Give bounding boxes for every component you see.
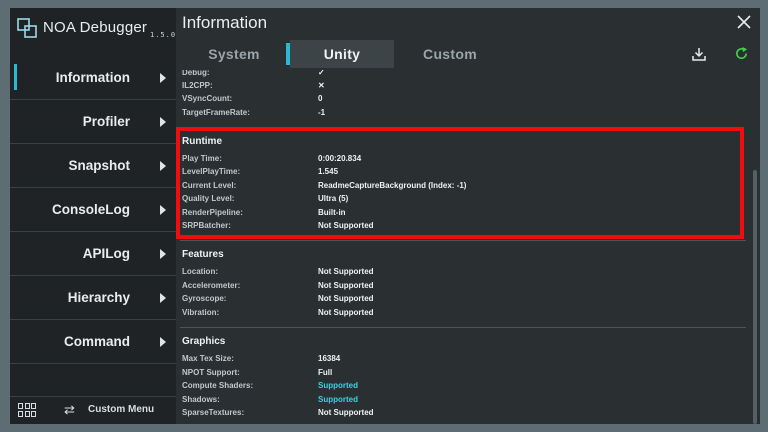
section-title-graphics: Graphics <box>182 336 226 347</box>
section-divider <box>180 327 746 328</box>
info-row: Shadows: Supported <box>182 395 742 408</box>
info-value: Not Supported <box>318 308 374 317</box>
info-key: VSyncCount: <box>182 94 233 103</box>
info-row: Max Tex Size: 16384 <box>182 354 742 367</box>
info-key: Debug: <box>182 70 210 77</box>
info-value: Not Supported <box>318 267 374 276</box>
info-value: Supported <box>318 381 358 390</box>
info-row: SparseTextures: Not Supported <box>182 408 742 421</box>
close-icon[interactable] <box>736 14 752 30</box>
sidebar-item-apilog[interactable]: APILog <box>10 232 176 276</box>
info-value: Not Supported <box>318 294 374 303</box>
info-value: -1 <box>318 108 326 117</box>
info-key: Vibration: <box>182 308 220 317</box>
info-row: IL2CPP: ✕ <box>182 81 742 94</box>
chevron-right-icon <box>160 161 166 171</box>
page-title: Information <box>182 13 268 32</box>
info-key: Accelerometer: <box>182 281 241 290</box>
info-value: Full <box>318 368 333 377</box>
info-content[interactable]: Debug: ✓ IL2CPP: ✕ VSyncCount: 0 TargetF… <box>176 70 760 424</box>
sidebar: NOA Debugger 1.5.0 Information Profiler … <box>10 8 176 424</box>
info-value: 0 <box>318 94 323 103</box>
sidebar-item-consolelog[interactable]: ConsoleLog <box>10 188 176 232</box>
info-row: Location: Not Supported <box>182 267 742 280</box>
sidebar-item-label: Snapshot <box>68 158 130 173</box>
grid-icon[interactable] <box>18 403 36 417</box>
info-row: NPOT Support: Full <box>182 368 742 381</box>
info-key: Location: <box>182 267 218 276</box>
title-bar: Information <box>176 8 760 38</box>
active-indicator <box>14 64 17 90</box>
tab-system[interactable]: System <box>182 40 286 68</box>
info-row: Debug: ✓ <box>182 70 742 81</box>
runtime-highlight-box <box>176 127 744 239</box>
chevron-right-icon <box>160 293 166 303</box>
sidebar-item-label: Profiler <box>82 114 130 129</box>
chevron-right-icon <box>160 337 166 347</box>
swap-icon[interactable]: ⇄ <box>64 402 75 418</box>
info-key: Compute Shaders: <box>182 381 254 390</box>
info-key: TargetFrameRate: <box>182 108 250 117</box>
section-title-features: Features <box>182 249 224 260</box>
sidebar-item-profiler[interactable]: Profiler <box>10 100 176 144</box>
download-icon[interactable] <box>692 47 706 61</box>
info-value: Not Supported <box>318 281 374 290</box>
refresh-icon[interactable] <box>734 46 749 61</box>
section-divider <box>180 240 746 241</box>
sidebar-item-label: APILog <box>82 246 130 261</box>
sidebar-item-snapshot[interactable]: Snapshot <box>10 144 176 188</box>
sidebar-item-label: Information <box>55 70 130 85</box>
chevron-right-icon <box>160 249 166 259</box>
sidebar-item-information[interactable]: Information <box>10 56 176 100</box>
logo-icon <box>17 18 37 38</box>
tab-custom[interactable]: Custom <box>398 40 502 68</box>
sidebar-item-command[interactable]: Command <box>10 320 176 364</box>
tab-unity[interactable]: Unity <box>290 40 394 68</box>
chevron-right-icon <box>160 117 166 127</box>
tab-bar: System Unity Custom <box>176 40 760 68</box>
sidebar-item-hierarchy[interactable]: Hierarchy <box>10 276 176 320</box>
info-value: ✕ <box>318 81 325 90</box>
sidebar-item-label: Command <box>63 334 130 349</box>
sidebar-footer: ⇄ Custom Menu <box>10 396 176 424</box>
info-row: Compute Shaders: Supported <box>182 381 742 394</box>
info-key: Max Tex Size: <box>182 354 234 363</box>
info-row: Gyroscope: Not Supported <box>182 294 742 307</box>
info-key: NPOT Support: <box>182 368 240 377</box>
info-key: Gyroscope: <box>182 294 227 303</box>
app-name: NOA Debugger <box>43 19 148 36</box>
logo-row: NOA Debugger 1.5.0 <box>10 8 176 50</box>
sidebar-item-label: Hierarchy <box>67 290 130 305</box>
app-version: 1.5.0 <box>150 31 177 39</box>
info-key: SparseTextures: <box>182 408 245 417</box>
info-value: ✓ <box>318 70 325 77</box>
scrollbar[interactable] <box>753 170 757 424</box>
info-row: Vibration: Not Supported <box>182 308 742 321</box>
sidebar-item-label: ConsoleLog <box>52 202 130 217</box>
info-value: Supported <box>318 395 358 404</box>
info-key: Shadows: <box>182 395 220 404</box>
chevron-right-icon <box>160 205 166 215</box>
info-value: 16384 <box>318 354 341 363</box>
info-row: Accelerometer: Not Supported <box>182 281 742 294</box>
info-value: Not Supported <box>318 408 374 417</box>
info-key: IL2CPP: <box>182 81 213 90</box>
custom-menu-button[interactable]: Custom Menu <box>88 404 154 415</box>
app-frame: NOA Debugger 1.5.0 Information Profiler … <box>0 0 768 432</box>
sidebar-nav: Information Profiler Snapshot ConsoleLog… <box>10 56 176 364</box>
info-row: TargetFrameRate: -1 <box>182 108 742 121</box>
info-row: VSyncCount: 0 <box>182 94 742 107</box>
chevron-right-icon <box>160 73 166 83</box>
